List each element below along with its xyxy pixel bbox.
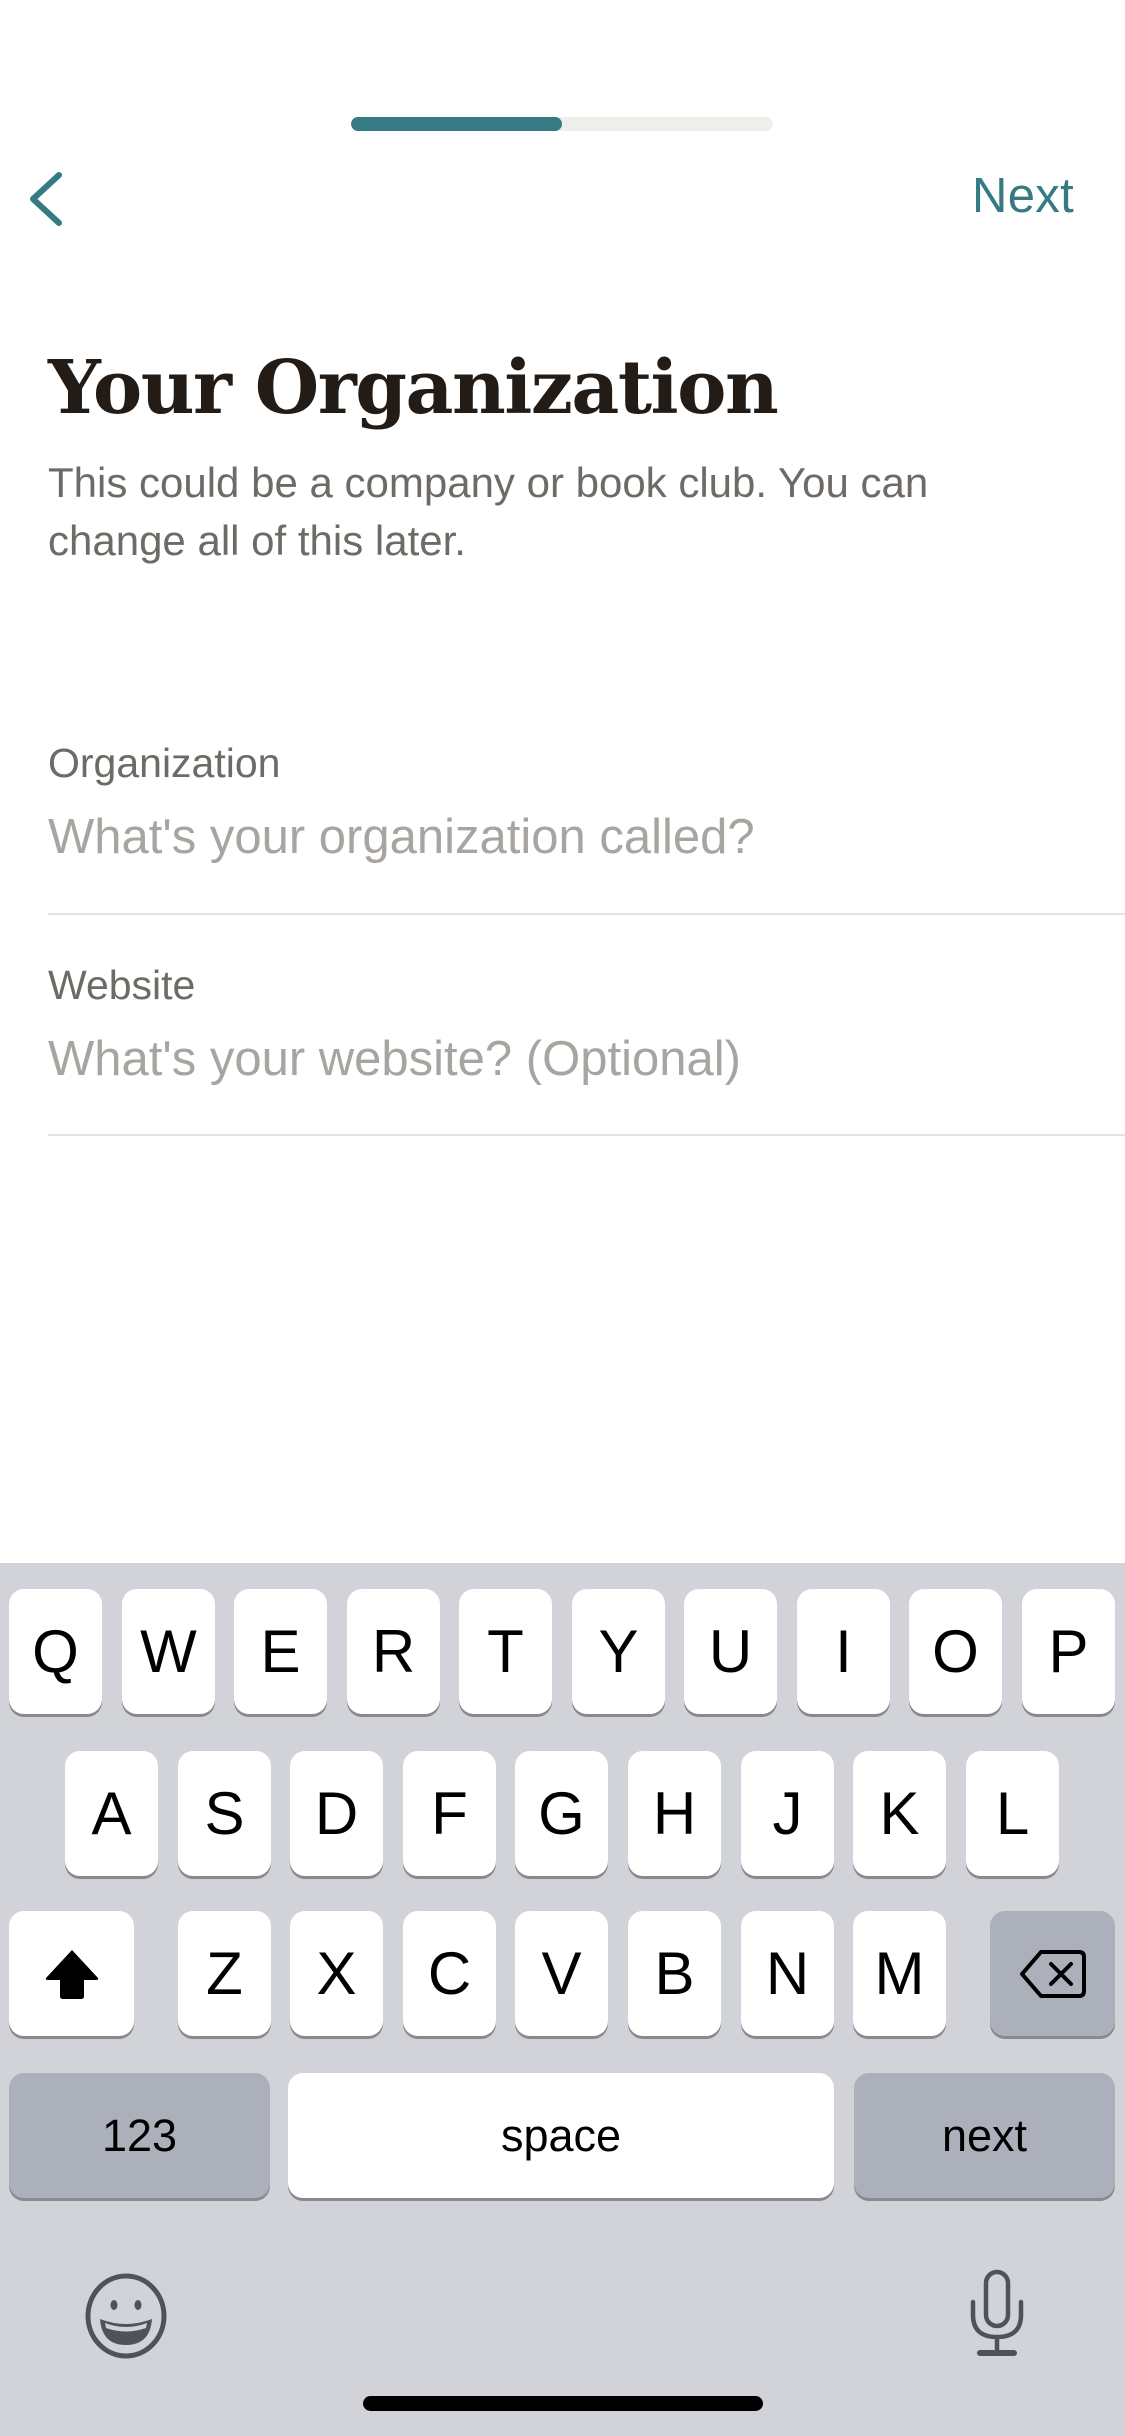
home-indicator[interactable] xyxy=(363,2396,763,2411)
key[interactable]: C xyxy=(403,1911,496,2036)
website-label: Website xyxy=(48,962,196,1008)
key[interactable]: G xyxy=(515,1751,608,1876)
key[interactable]: K xyxy=(853,1751,946,1876)
website-input[interactable] xyxy=(48,1024,1068,1094)
emoji-button[interactable] xyxy=(84,2273,168,2359)
delete-key[interactable] xyxy=(990,1911,1115,2036)
page-subtitle: This could be a company or book club. Yo… xyxy=(48,459,929,564)
key[interactable]: Y xyxy=(572,1589,665,1714)
key[interactable]: M xyxy=(853,1911,946,2036)
key[interactable]: Q xyxy=(9,1589,102,1714)
key[interactable]: R xyxy=(347,1589,440,1714)
onboarding-progress-bar xyxy=(351,117,773,131)
chevron-left-icon xyxy=(30,172,62,226)
website-divider xyxy=(48,1134,1125,1136)
key[interactable]: J xyxy=(741,1751,834,1876)
return-next-key[interactable]: next xyxy=(854,2073,1115,2198)
key[interactable]: E xyxy=(234,1589,327,1714)
progress-fill xyxy=(351,117,562,131)
organization-divider xyxy=(48,913,1125,915)
key[interactable]: D xyxy=(290,1751,383,1876)
key[interactable]: A xyxy=(65,1751,158,1876)
organization-input[interactable] xyxy=(48,802,1068,872)
emoji-icon xyxy=(85,2273,167,2359)
shift-icon xyxy=(45,1949,98,1999)
key[interactable]: T xyxy=(459,1589,552,1714)
key[interactable]: P xyxy=(1022,1589,1115,1714)
shift-key[interactable] xyxy=(9,1911,134,2036)
key[interactable]: H xyxy=(628,1751,721,1876)
key[interactable]: W xyxy=(122,1589,215,1714)
key[interactable]: F xyxy=(403,1751,496,1876)
key[interactable]: S xyxy=(178,1751,271,1876)
key[interactable]: L xyxy=(966,1751,1059,1876)
dictation-button[interactable] xyxy=(966,2269,1028,2359)
next-button[interactable]: Next xyxy=(972,166,1074,226)
on-screen-keyboard: Q W E R T Y U I O P A S D F G H J K L Z … xyxy=(0,1563,1125,2436)
numbers-key[interactable]: 123 xyxy=(9,2073,270,2198)
back-button[interactable] xyxy=(14,160,74,236)
microphone-icon xyxy=(970,2269,1024,2356)
key[interactable]: I xyxy=(797,1589,890,1714)
key[interactable]: O xyxy=(909,1589,1002,1714)
organization-label: Organization xyxy=(48,740,281,786)
key[interactable]: X xyxy=(290,1911,383,2036)
page-title: Your Organization xyxy=(48,345,779,431)
key[interactable]: B xyxy=(628,1911,721,2036)
key[interactable]: V xyxy=(515,1911,608,2036)
delete-icon xyxy=(1019,1949,1086,1998)
key[interactable]: U xyxy=(684,1589,777,1714)
space-key[interactable]: space xyxy=(288,2073,834,2198)
key[interactable]: N xyxy=(741,1911,834,2036)
organization-field: Organization xyxy=(48,738,1125,938)
website-field: Website xyxy=(48,960,1125,1160)
key[interactable]: Z xyxy=(178,1911,271,2036)
